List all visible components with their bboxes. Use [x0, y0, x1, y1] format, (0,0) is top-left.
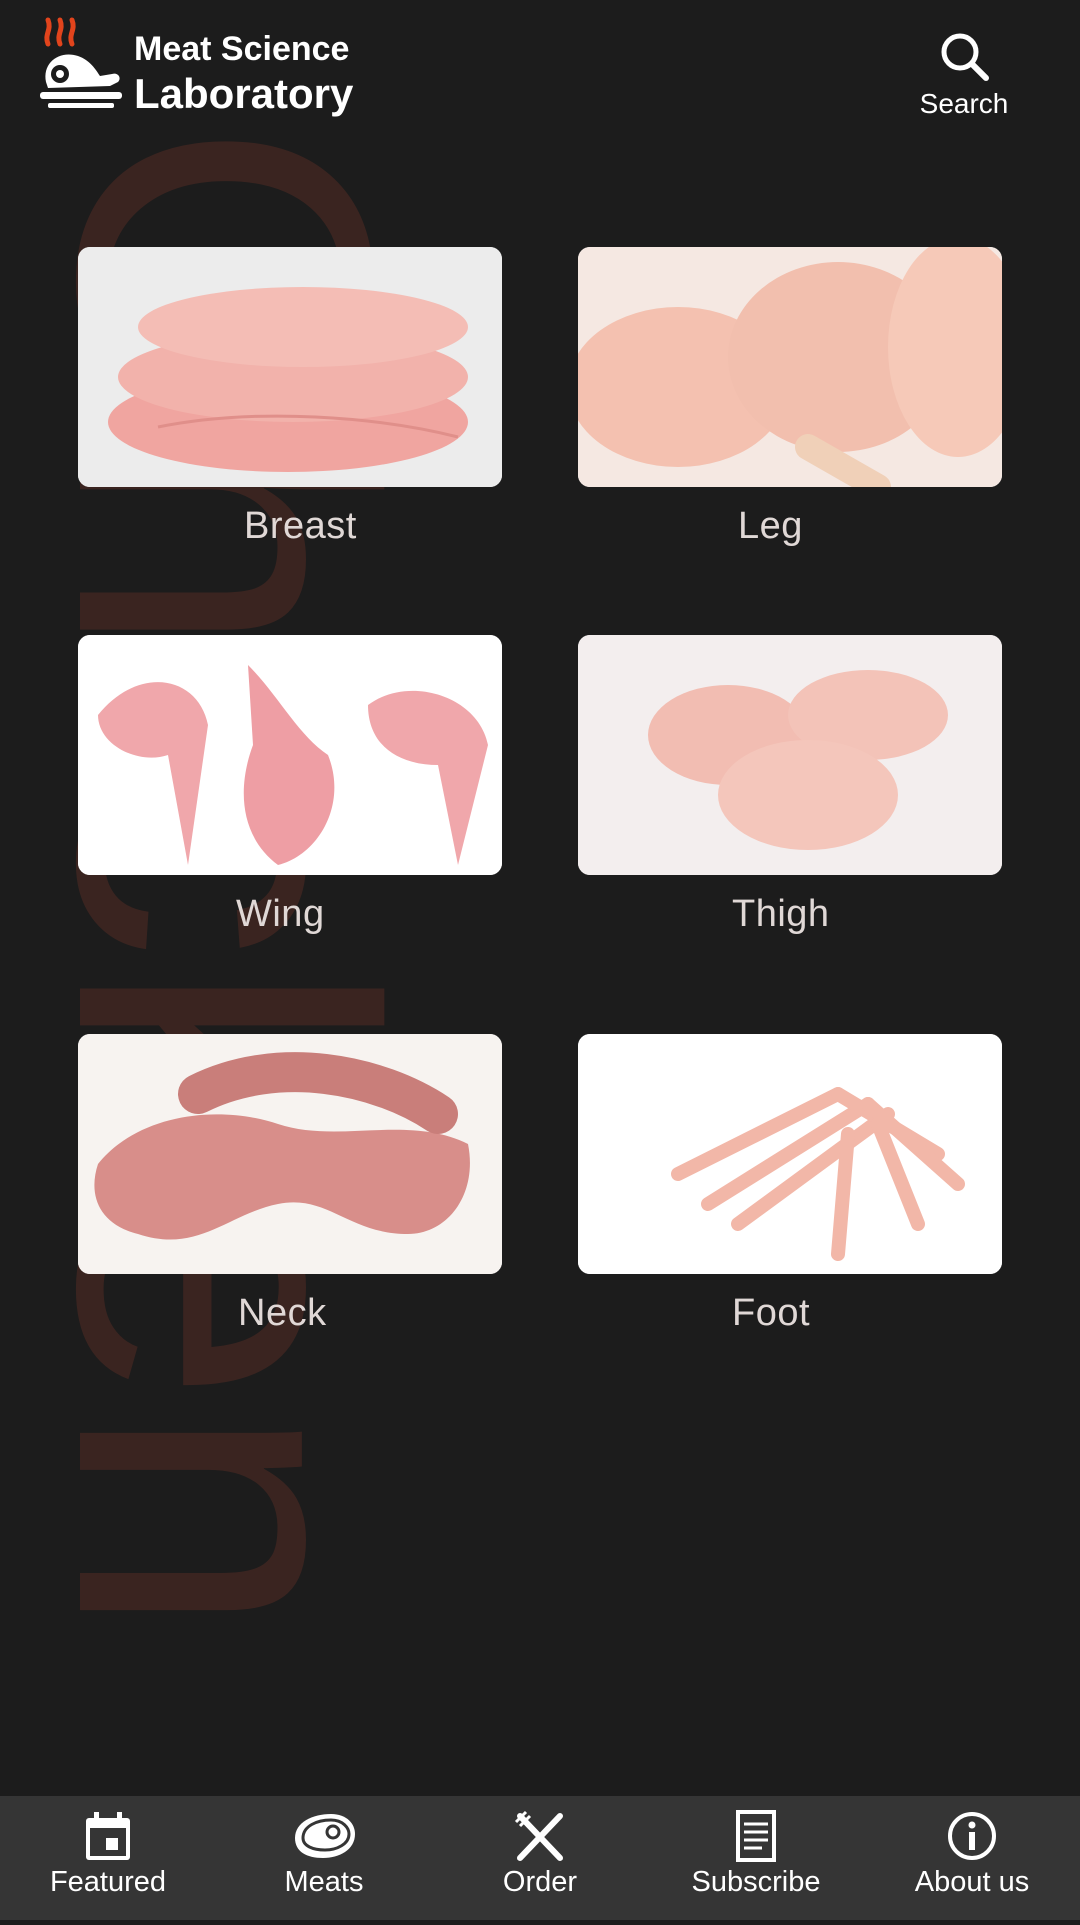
wing-label: Wing	[236, 893, 325, 935]
foot-image	[578, 1034, 1002, 1274]
thigh-label: Thigh	[732, 893, 830, 935]
nav-meats-label: Meats	[284, 1866, 364, 1898]
nav-about[interactable]: About us	[864, 1796, 1080, 1920]
nav-order[interactable]: Order	[432, 1796, 648, 1920]
neck-label: Neck	[238, 1292, 327, 1334]
cut-card-foot[interactable]: Foot	[578, 1034, 1002, 1335]
cut-card-breast[interactable]: Breast	[78, 247, 502, 548]
nav-order-label: Order	[502, 1866, 578, 1898]
nav-featured-label: Featured	[49, 1866, 167, 1898]
foot-label: Foot	[732, 1292, 811, 1334]
cut-card-leg[interactable]: Leg	[578, 247, 1002, 548]
nav-meats[interactable]: Meats	[216, 1796, 432, 1920]
wing-image	[78, 635, 502, 875]
document-icon	[736, 1810, 776, 1862]
leg-label: Leg	[738, 505, 803, 547]
nav-subscribe[interactable]: Subscribe	[648, 1796, 864, 1920]
nav-about-label: About us	[914, 1866, 1030, 1898]
info-icon	[948, 1812, 996, 1860]
breast-label: Breast	[244, 505, 357, 547]
cut-card-neck[interactable]: Neck	[78, 1034, 502, 1335]
meat-cuts-grid: Breast Leg Wing Thigh Neck Foot	[0, 0, 1080, 1500]
breast-image	[78, 247, 502, 487]
nav-featured[interactable]: Featured	[0, 1796, 216, 1920]
fork-knife-icon	[514, 1810, 563, 1861]
neck-image	[78, 1034, 502, 1274]
thigh-image	[578, 635, 1002, 875]
cut-card-thigh[interactable]: Thigh	[578, 635, 1002, 936]
calendar-icon	[86, 1812, 130, 1860]
nav-subscribe-label: Subscribe	[691, 1866, 821, 1898]
steak-icon	[295, 1814, 355, 1858]
leg-image	[578, 247, 1002, 487]
bottom-navigation: Featured Meats Order Subscribe About us	[0, 1796, 1080, 1920]
cut-card-wing[interactable]: Wing	[78, 635, 502, 936]
